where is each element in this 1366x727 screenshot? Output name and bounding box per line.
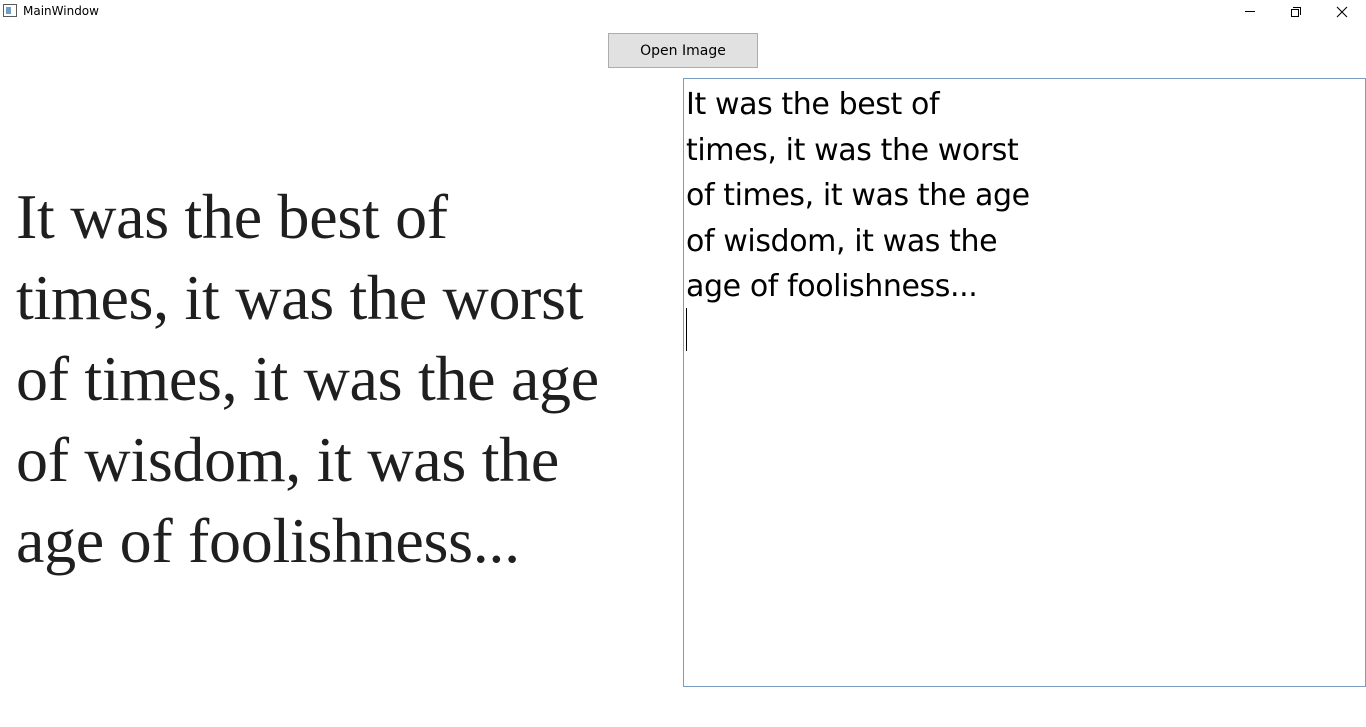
- minimize-button[interactable]: [1227, 0, 1273, 23]
- window-title: MainWindow: [23, 4, 99, 18]
- minimize-icon: [1245, 11, 1255, 12]
- app-icon-pane: [6, 7, 11, 14]
- ocr-result-text[interactable]: It was the best of times, it was the wor…: [686, 82, 1030, 310]
- loaded-image: It was the best of times, it was the wor…: [16, 176, 681, 596]
- window-app-icon[interactable]: [3, 4, 17, 17]
- restore-icon: [1291, 6, 1301, 17]
- open-image-button[interactable]: Open Image: [608, 33, 758, 68]
- title-bar[interactable]: MainWindow: [0, 0, 1366, 23]
- ocr-result-textbox[interactable]: It was the best of times, it was the wor…: [683, 78, 1366, 687]
- restore-button[interactable]: [1273, 0, 1319, 23]
- text-caret: [686, 308, 687, 351]
- main-window: MainWindow Open Image It was the best of…: [0, 0, 1366, 727]
- close-icon: [1336, 6, 1348, 17]
- image-text: It was the best of times, it was the wor…: [16, 181, 599, 576]
- close-button[interactable]: [1319, 0, 1365, 23]
